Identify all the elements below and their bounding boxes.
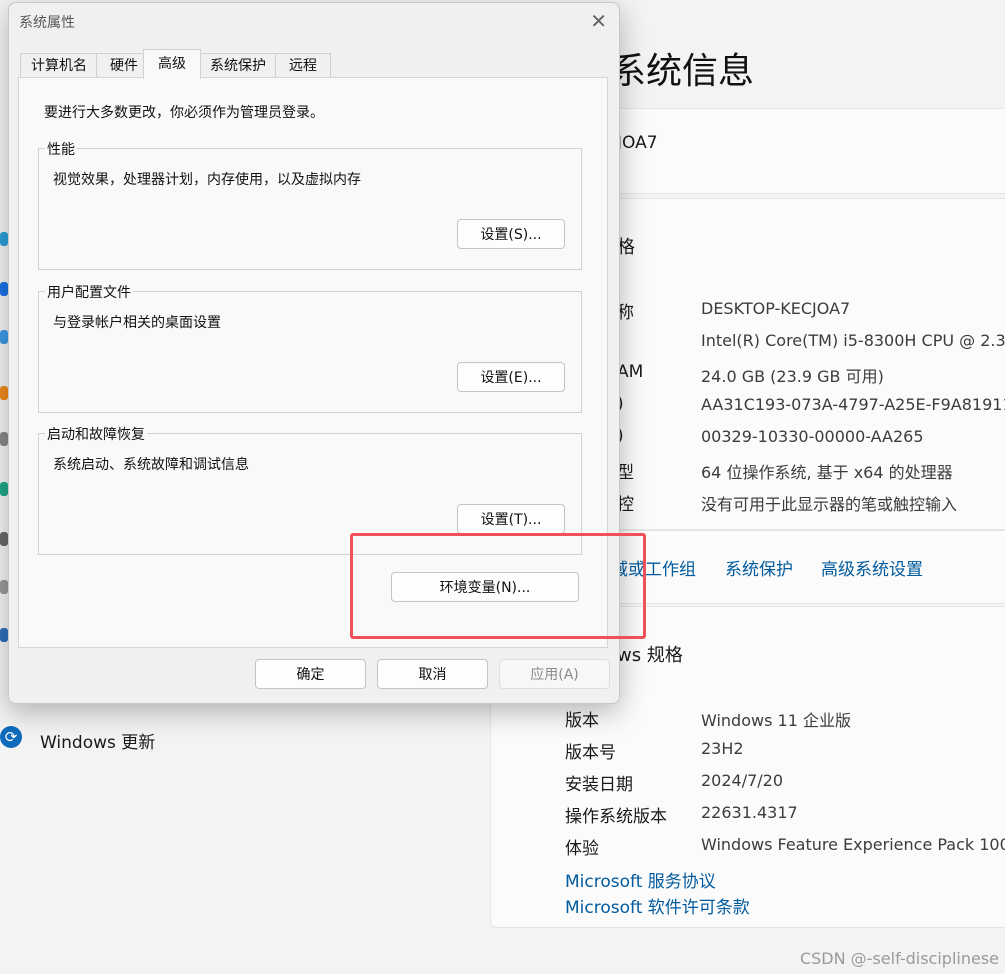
tab-advanced[interactable]: 高级 — [143, 49, 201, 79]
profile-settings-button[interactable]: 设置(E)... — [457, 362, 565, 392]
nav-item-label: Windows 更新 — [40, 733, 156, 753]
dialog-title: 系统属性 — [19, 15, 75, 31]
ok-button[interactable]: 确定 — [255, 659, 366, 689]
spec-value: 00329-10330-00000-AA265 — [701, 427, 924, 446]
startup-settings-button[interactable]: 设置(T)... — [457, 504, 565, 534]
system-protection-link[interactable]: 系统保护 — [725, 555, 793, 580]
tab-computer-name[interactable]: 计算机名 — [20, 53, 98, 78]
watermark: CSDN @-self-disciplinese — [799, 949, 999, 968]
group-description: 系统启动、系统故障和调试信息 — [53, 457, 249, 473]
spec-value: 24.0 GB (23.9 GB 可用) — [701, 367, 884, 386]
nav-icon — [0, 532, 8, 546]
nav-icon — [0, 432, 8, 446]
nav-icon — [0, 628, 8, 642]
nav-icon — [0, 330, 8, 344]
win-spec-value: Windows Feature Experience Pack 1000. — [701, 835, 1005, 854]
tab-remote[interactable]: 远程 — [275, 53, 331, 78]
spec-value: 64 位操作系统, 基于 x64 的处理器 — [701, 463, 953, 482]
win-spec-value: 22631.4317 — [701, 803, 798, 822]
win-spec-value: Windows 11 企业版 — [701, 711, 851, 730]
win-spec-value: 23H2 — [701, 739, 744, 758]
spec-value: AA31C193-073A-4797-A25E-F9A81911BE — [701, 395, 1005, 414]
cancel-button[interactable]: 取消 — [377, 659, 488, 689]
win-spec-label: 操作系统版本 — [565, 807, 667, 827]
win-spec-value: 2024/7/20 — [701, 771, 784, 790]
ms-license-terms-link[interactable]: Microsoft 软件许可条款 — [565, 893, 750, 918]
advanced-system-settings-link[interactable]: 高级系统设置 — [821, 555, 923, 580]
win-spec-label: 安装日期 — [565, 775, 633, 795]
nav-icon — [0, 482, 8, 496]
spec-value: Intel(R) Core(TM) i5-8300H CPU @ 2.30 — [701, 331, 1005, 350]
apply-button[interactable]: 应用(A) — [499, 659, 610, 689]
performance-settings-button[interactable]: 设置(S)... — [457, 219, 565, 249]
nav-icon — [0, 386, 8, 400]
device-name-partial: JOA7 — [617, 133, 658, 153]
nav-icon — [0, 232, 8, 246]
refresh-icon: ⟳ — [0, 726, 22, 748]
annotation-highlight-box — [350, 533, 646, 639]
win-spec-label: 版本号 — [565, 743, 616, 763]
user-profile-group: 用户配置文件 与登录帐户相关的桌面设置 设置(E)... — [38, 282, 582, 413]
nav-icon — [0, 580, 8, 594]
windows-specs-heading: ws 规格 — [617, 645, 683, 666]
spec-label: AM — [617, 362, 644, 382]
page-title: 系统信息 — [610, 51, 755, 92]
win-spec-label: 体验 — [565, 839, 599, 859]
group-legend: 启动和故障恢复 — [45, 424, 147, 444]
admin-notice: 要进行大多数更改，你必须作为管理员登录。 — [44, 105, 324, 121]
spec-value: 没有可用于此显示器的笔或触控输入 — [701, 495, 958, 514]
nav-icon — [0, 282, 8, 296]
performance-group: 性能 视觉效果，处理器计划，内存使用，以及虚拟内存 设置(S)... — [38, 139, 582, 270]
group-legend: 性能 — [45, 139, 77, 159]
group-legend: 用户配置文件 — [45, 282, 133, 302]
win-spec-label: 版本 — [565, 711, 599, 731]
close-icon[interactable]: ✕ — [590, 9, 607, 33]
ms-service-agreement-link[interactable]: Microsoft 服务协议 — [565, 867, 716, 892]
group-description: 视觉效果，处理器计划，内存使用，以及虚拟内存 — [53, 172, 361, 188]
group-description: 与登录帐户相关的桌面设置 — [53, 315, 221, 331]
tab-system-protection[interactable]: 系统保护 — [199, 53, 277, 78]
spec-value: DESKTOP-KECJOA7 — [701, 299, 851, 318]
